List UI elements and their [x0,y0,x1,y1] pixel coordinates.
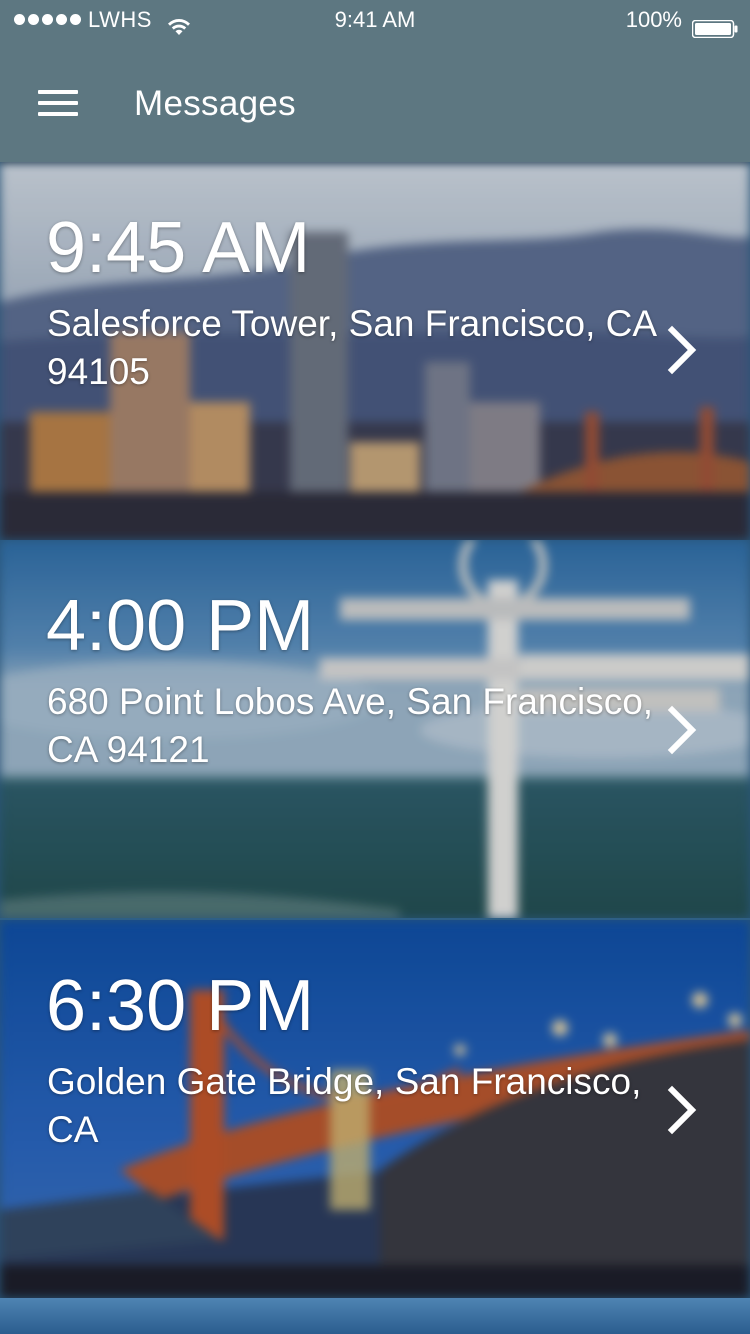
page-title: Messages [134,84,296,123]
app-header: Messages [0,40,750,162]
message-time: 9:45 AM [46,208,311,288]
hamburger-menu-icon[interactable] [38,90,78,118]
message-time: 6:30 PM [46,966,315,1046]
message-card[interactable]: 9:45 AM Salesforce Tower, San Francisco,… [0,162,750,540]
chevron-right-icon[interactable] [662,322,702,378]
chevron-right-icon[interactable] [662,1082,702,1138]
message-address: Golden Gate Bridge, San Francisco, CA [47,1061,642,1150]
status-bar: LWHS 9:41 AM 100% [0,0,750,40]
top-bar: LWHS 9:41 AM 100% Messages [0,0,750,162]
next-card-peek [0,1298,750,1334]
chevron-right-icon[interactable] [662,702,702,758]
battery-percent: 100% [625,7,682,32]
message-time: 4:00 PM [46,586,315,666]
message-address: Salesforce Tower, San Francisco, CA 9410… [47,303,656,392]
message-card[interactable]: 4:00 PM 680 Point Lobos Ave, San Francis… [0,540,750,918]
battery-icon [691,11,738,39]
message-address: 680 Point Lobos Ave, San Francisco, CA 9… [47,681,654,770]
message-card[interactable]: 6:30 PM Golden Gate Bridge, San Francisc… [0,920,750,1298]
